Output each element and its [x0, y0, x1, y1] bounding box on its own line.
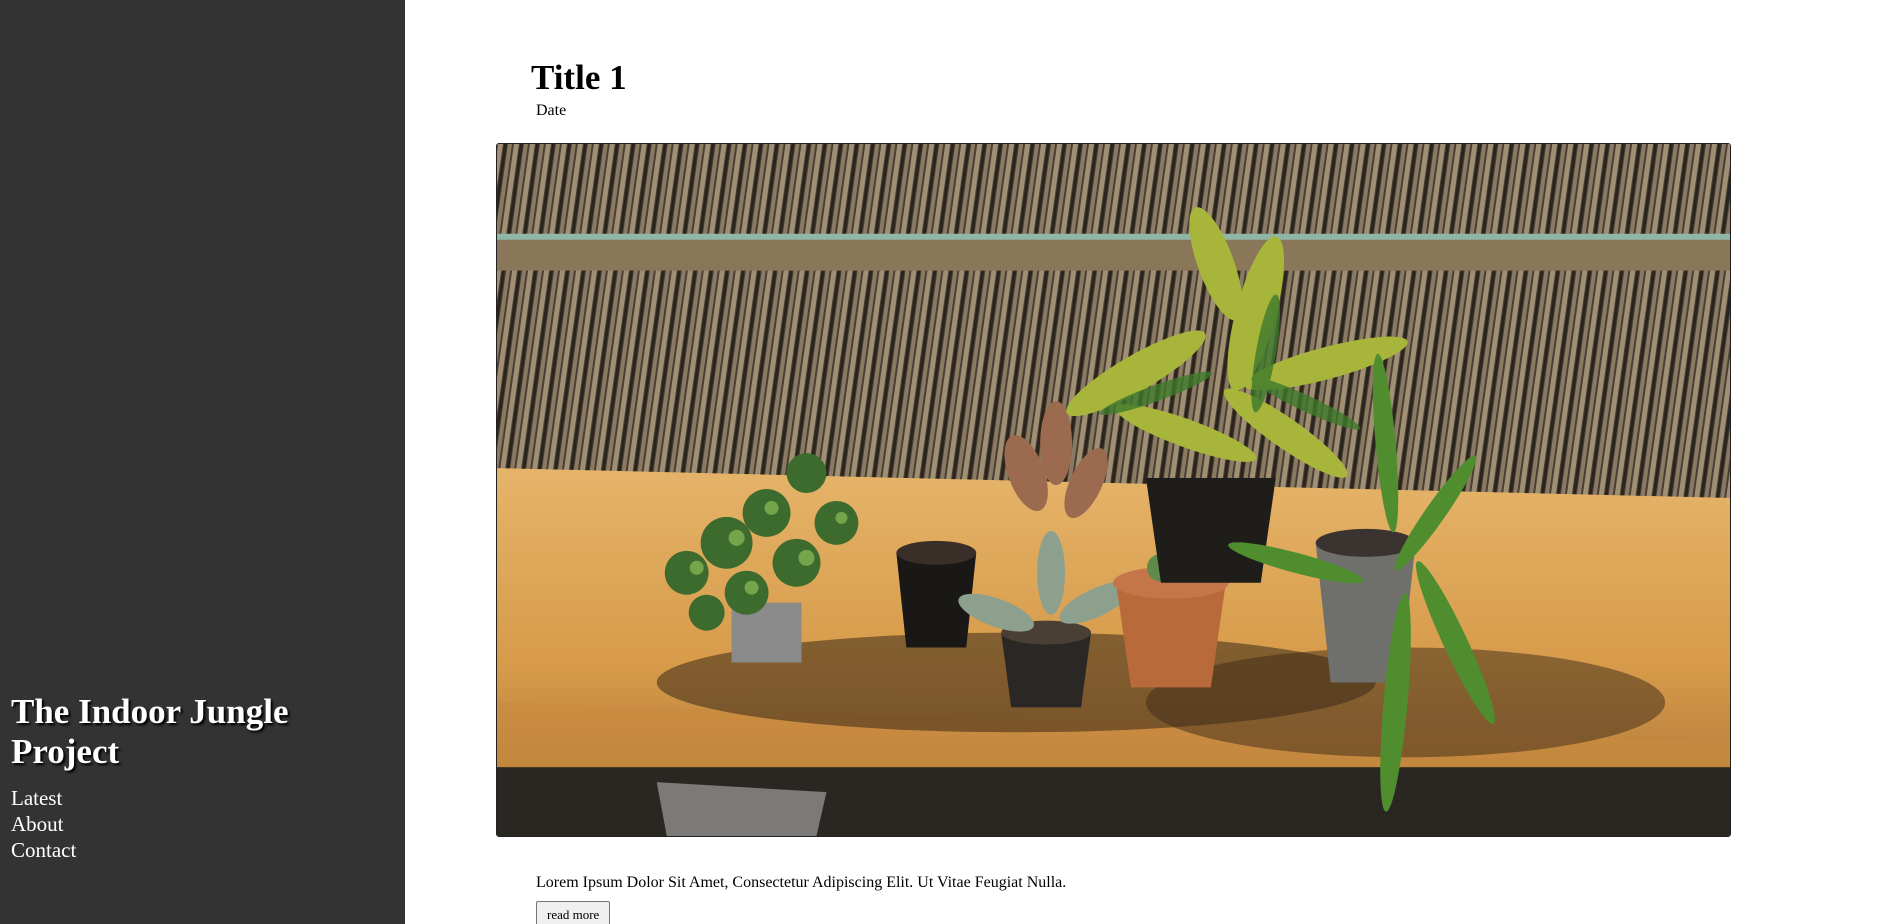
post-excerpt: Lorem Ipsum Dolor Sit Amet, Consectetur …	[536, 874, 1067, 891]
site-title[interactable]: The Indoor Jungle Project	[11, 692, 351, 772]
read-more-button[interactable]: read more	[536, 901, 611, 924]
post-image	[496, 143, 1731, 837]
sidebar: The Indoor Jungle Project Latest About C…	[0, 0, 405, 924]
nav-item-contact[interactable]: Contact	[11, 837, 76, 863]
nav-item-latest[interactable]: Latest	[11, 785, 76, 811]
post-title[interactable]: Title 1	[531, 56, 627, 100]
nav-item-about[interactable]: About	[11, 811, 76, 837]
nav-menu: Latest About Contact	[11, 785, 76, 863]
main-content: Title 1 Date Lorem Ipsum Dolor Sit Amet,…	[405, 0, 1891, 924]
post-date: Date	[536, 102, 567, 119]
